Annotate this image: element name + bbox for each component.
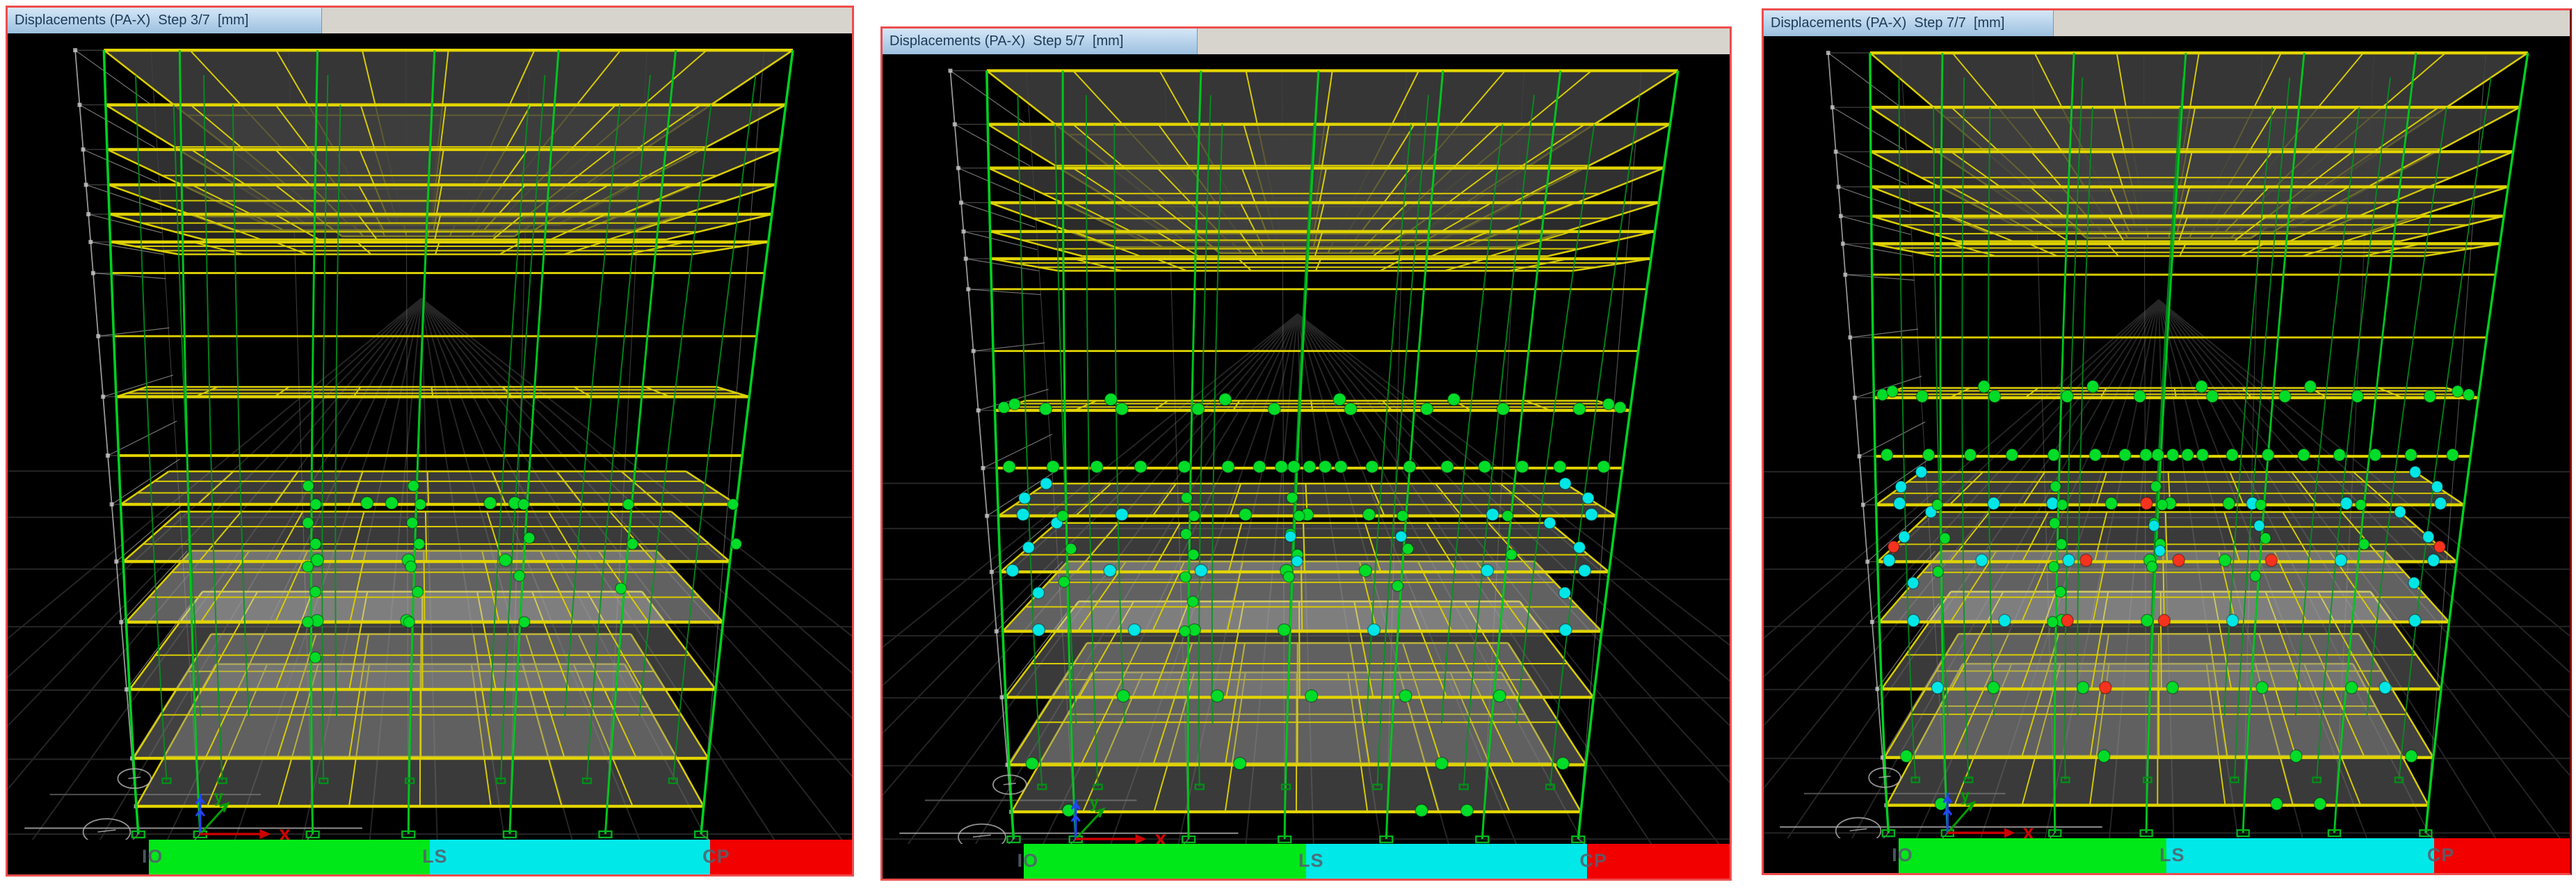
model-viewport[interactable]: yx IO LS CP (883, 54, 1730, 879)
legend-segment (2166, 838, 2434, 873)
deformed-shape-3d-view: yx (8, 33, 852, 874)
plot-window-step-5: Displacements (PA-X) Step 5/7 [mm] yx IO… (880, 26, 1732, 881)
window-title: Displacements (PA-X) Step 5/7 [mm] (889, 33, 1123, 49)
legend-label-io: IO (1017, 850, 1039, 872)
window-title: Displacements (PA-X) Step 3/7 [mm] (15, 13, 248, 29)
titlebar: Displacements (PA-X) Step 7/7 [mm] (1764, 10, 2570, 37)
legend-label-ls: LS (1298, 850, 1324, 872)
legend-segment (1024, 844, 1306, 879)
legend-label-cp: CP (1579, 850, 1607, 872)
legend-segment (149, 840, 430, 874)
legend-label-cp: CP (2427, 845, 2455, 866)
hinge-state-legend: IO LS CP (883, 844, 1730, 879)
model-viewport[interactable]: yx IO LS CP (8, 33, 852, 874)
svg-text:y: y (1961, 786, 1970, 805)
titlebar: Displacements (PA-X) Step 3/7 [mm] (8, 8, 852, 34)
window-title-tab[interactable]: Displacements (PA-X) Step 7/7 [mm] (1764, 10, 2054, 36)
legend-segment (1587, 844, 1730, 879)
legend-label-ls: LS (422, 846, 448, 867)
legend-segment (1306, 844, 1587, 879)
legend-label-io: IO (1892, 845, 1913, 866)
legend-segment (1764, 838, 1899, 873)
legend-segment (8, 840, 149, 874)
legend-label-cp: CP (702, 846, 730, 867)
legend-label-ls: LS (2159, 845, 2185, 866)
legend-segment (430, 840, 710, 874)
legend-segment (883, 844, 1024, 879)
deformed-shape-3d-view: yx (883, 54, 1730, 879)
legend-segment (710, 840, 852, 874)
model-viewport[interactable]: yx IO LS CP (1764, 36, 2570, 873)
legend-segment (1899, 838, 2167, 873)
plot-window-step-7: Displacements (PA-X) Step 7/7 [mm] yx IO… (1762, 8, 2572, 875)
window-title: Displacements (PA-X) Step 7/7 [mm] (1771, 15, 2004, 31)
legend-segment (2434, 838, 2570, 873)
deformed-shape-3d-view: yx (1764, 36, 2570, 873)
plot-window-step-3: Displacements (PA-X) Step 3/7 [mm] yx IO… (6, 6, 854, 877)
hinge-state-legend: IO LS CP (8, 840, 852, 874)
legend-label-io: IO (142, 846, 163, 867)
svg-text:y: y (214, 787, 224, 806)
window-title-tab[interactable]: Displacements (PA-X) Step 5/7 [mm] (883, 29, 1198, 54)
svg-text:y: y (1090, 794, 1100, 812)
hinge-state-legend: IO LS CP (1764, 838, 2570, 873)
titlebar: Displacements (PA-X) Step 5/7 [mm] (883, 29, 1730, 55)
window-title-tab[interactable]: Displacements (PA-X) Step 3/7 [mm] (8, 8, 322, 33)
